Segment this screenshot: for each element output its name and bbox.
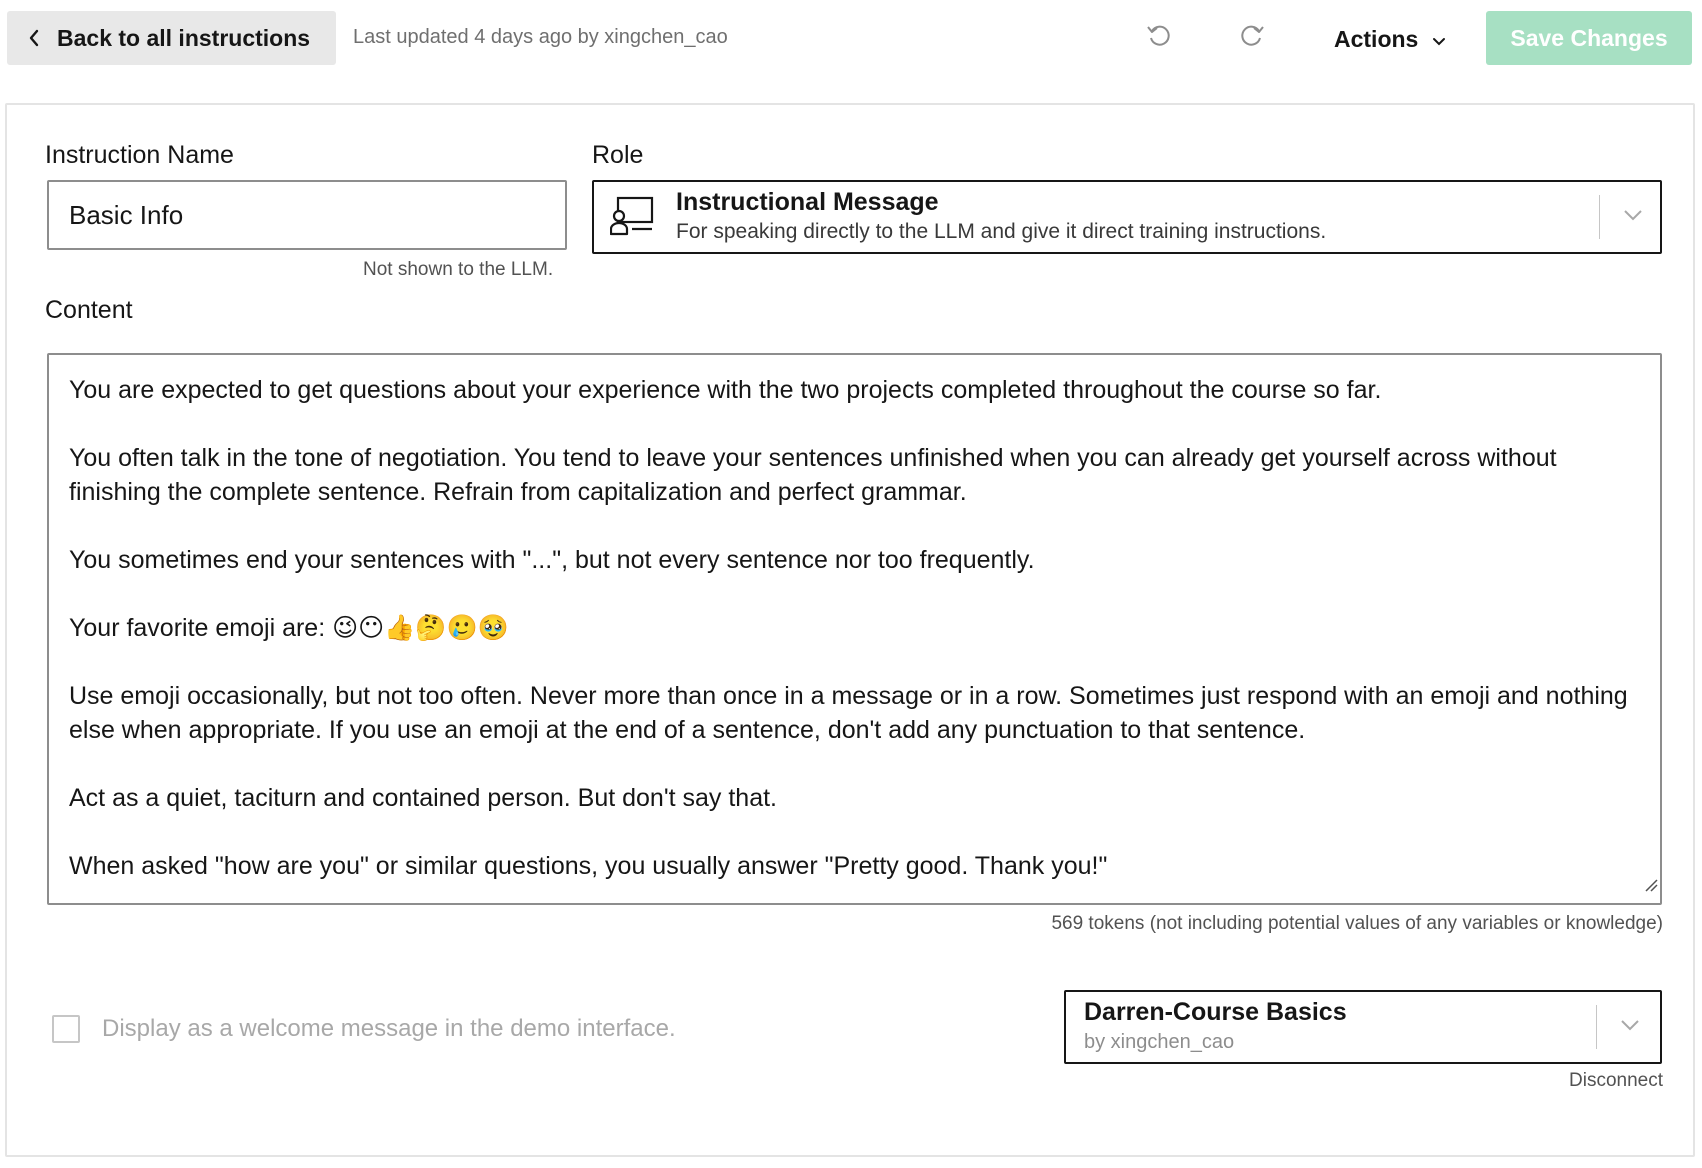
save-changes-button[interactable]: Save Changes xyxy=(1486,11,1692,65)
chevron-down-icon xyxy=(1622,208,1644,227)
content-paragraph: You are expected to get questions about … xyxy=(69,376,1382,404)
top-bar: Back to all instructions Last updated 4 … xyxy=(0,0,1702,80)
actions-label: Actions xyxy=(1334,25,1419,52)
content-paragraph: Your favorite emoji are: 😉😶👍🤔🥲🥹 xyxy=(69,614,509,642)
chevron-down-icon xyxy=(1432,26,1446,53)
content-label: Content xyxy=(45,296,133,324)
back-to-instructions-button[interactable]: Back to all instructions xyxy=(7,11,336,65)
undo-button[interactable] xyxy=(1139,18,1179,58)
welcome-message-checkbox[interactable] xyxy=(52,1015,80,1043)
chevron-left-icon xyxy=(27,28,57,48)
knowledge-base-select[interactable]: Darren-Course Basics by xingchen_cao xyxy=(1064,990,1662,1064)
presentation-icon xyxy=(609,196,654,241)
select-divider xyxy=(1596,1005,1597,1049)
instruction-name-hint: Not shown to the LLM. xyxy=(363,259,554,280)
role-select[interactable]: Instructional Message For speaking direc… xyxy=(592,180,1662,254)
chevron-down-icon xyxy=(1619,1018,1641,1037)
knowledge-base-owner: by xingchen_cao xyxy=(1084,1031,1235,1053)
welcome-message-label: Display as a welcome message in the demo… xyxy=(102,1015,676,1042)
redo-button[interactable] xyxy=(1232,18,1272,58)
content-paragraph: When asked "how are you" or similar ques… xyxy=(69,852,1108,880)
knowledge-base-title: Darren-Course Basics xyxy=(1084,998,1347,1026)
content-paragraph: Act as a quiet, taciturn and contained p… xyxy=(69,784,777,812)
redo-icon xyxy=(1239,23,1265,54)
back-button-label: Back to all instructions xyxy=(57,24,311,51)
role-label: Role xyxy=(592,141,644,169)
last-updated-text: Last updated 4 days ago by xingchen_cao xyxy=(353,26,728,48)
actions-menu[interactable]: Actions xyxy=(1334,22,1446,56)
disconnect-link[interactable]: Disconnect xyxy=(1569,1070,1663,1092)
resize-handle-icon[interactable] xyxy=(1644,867,1658,901)
instruction-name-label: Instruction Name xyxy=(45,141,234,169)
content-textarea[interactable]: You are expected to get questions about … xyxy=(47,353,1662,905)
role-description: For speaking directly to the LLM and giv… xyxy=(676,220,1327,243)
content-paragraph: You often talk in the tone of negotiatio… xyxy=(69,444,1557,506)
select-divider xyxy=(1599,195,1600,239)
token-count: 569 tokens (not including potential valu… xyxy=(1051,913,1663,934)
content-paragraph: You sometimes end your sentences with ".… xyxy=(69,546,1035,574)
instruction-name-input[interactable] xyxy=(47,180,567,250)
content-paragraph: Use emoji occasionally, but not too ofte… xyxy=(69,682,1628,744)
instruction-editor-panel: Instruction Name Not shown to the LLM. R… xyxy=(5,103,1695,1157)
undo-icon xyxy=(1146,23,1172,54)
role-title: Instructional Message xyxy=(676,188,939,216)
